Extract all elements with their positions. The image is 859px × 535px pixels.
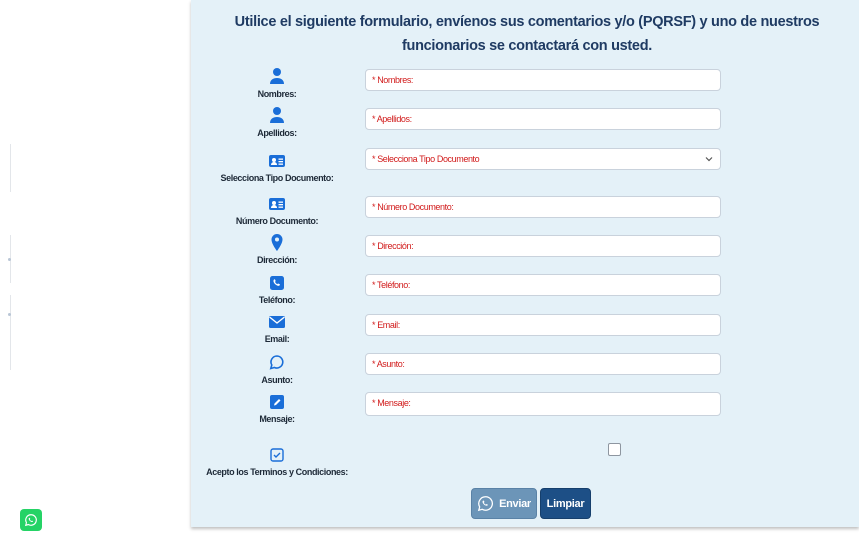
- checkbox-icon: [270, 448, 284, 462]
- asunto-label: Asunto:: [261, 375, 293, 385]
- tipo-documento-label: Selecciona Tipo Documento:: [220, 173, 334, 183]
- nombres-label: Nombres:: [257, 89, 297, 99]
- user-icon: [270, 68, 284, 84]
- edge-dot: [8, 313, 11, 316]
- telefono-label: Teléfono:: [258, 295, 296, 305]
- mensaje-textarea[interactable]: [365, 392, 721, 416]
- telefono-input[interactable]: [365, 274, 721, 296]
- asunto-label-group: Asunto:: [191, 353, 363, 385]
- map-pin-icon: [271, 234, 283, 251]
- terms-checkbox[interactable]: [608, 443, 621, 456]
- tipo-documento-select[interactable]: * Selecciona Tipo Documento: [365, 148, 721, 170]
- whatsapp-icon: [477, 496, 494, 512]
- pencil-icon: [270, 395, 284, 409]
- id-card-icon: [269, 155, 285, 167]
- form-heading: Utilice el siguiente formulario, envíeno…: [234, 14, 820, 54]
- apellidos-label-group: Apellidos:: [191, 106, 363, 138]
- email-input[interactable]: [365, 314, 721, 336]
- edge-divider: [10, 144, 11, 192]
- email-label: Email:: [264, 334, 290, 344]
- mensaje-label-group: Mensaje:: [191, 392, 363, 424]
- phone-icon: [270, 276, 284, 290]
- user-icon: [270, 107, 284, 123]
- left-page-edge: [0, 0, 190, 535]
- nombres-label-group: Nombres:: [191, 67, 363, 99]
- chat-bubble-icon: [269, 355, 284, 370]
- whatsapp-float-button[interactable]: [20, 509, 42, 531]
- direccion-input[interactable]: [365, 235, 721, 257]
- tipo-documento-label-group: Selecciona Tipo Documento:: [191, 151, 363, 183]
- edge-divider: [10, 295, 11, 370]
- mensaje-label: Mensaje:: [259, 414, 295, 424]
- numero-documento-label: Número Documento:: [235, 216, 319, 226]
- id-card-icon: [269, 198, 285, 210]
- nombres-input[interactable]: [365, 69, 721, 91]
- contact-form-panel: Utilice el siguiente formulario, envíeno…: [191, 0, 859, 527]
- clear-button[interactable]: Limpiar: [540, 488, 591, 519]
- apellidos-input[interactable]: [365, 108, 721, 130]
- edge-dot: [8, 258, 11, 261]
- envelope-icon: [269, 316, 285, 328]
- direccion-label-group: Dirección:: [191, 233, 363, 265]
- send-button-label: Enviar: [499, 497, 531, 510]
- tipo-documento-selected: * Selecciona Tipo Documento: [372, 154, 480, 164]
- clear-button-label: Limpiar: [546, 497, 585, 510]
- apellidos-label: Apellidos:: [257, 128, 297, 138]
- telefono-label-group: Teléfono:: [191, 273, 363, 305]
- chevron-down-icon: [705, 157, 713, 162]
- numero-documento-label-group: Número Documento:: [191, 194, 363, 226]
- send-button[interactable]: Enviar: [471, 488, 537, 519]
- terms-label-group: Acepto los Terminos y Condiciones:: [191, 445, 363, 477]
- direccion-label: Dirección:: [256, 255, 297, 265]
- email-label-group: Email:: [191, 312, 363, 344]
- terms-label: Acepto los Terminos y Condiciones:: [206, 467, 348, 477]
- asunto-input[interactable]: [365, 353, 721, 375]
- numero-documento-input[interactable]: [365, 196, 721, 218]
- whatsapp-icon: [24, 514, 37, 527]
